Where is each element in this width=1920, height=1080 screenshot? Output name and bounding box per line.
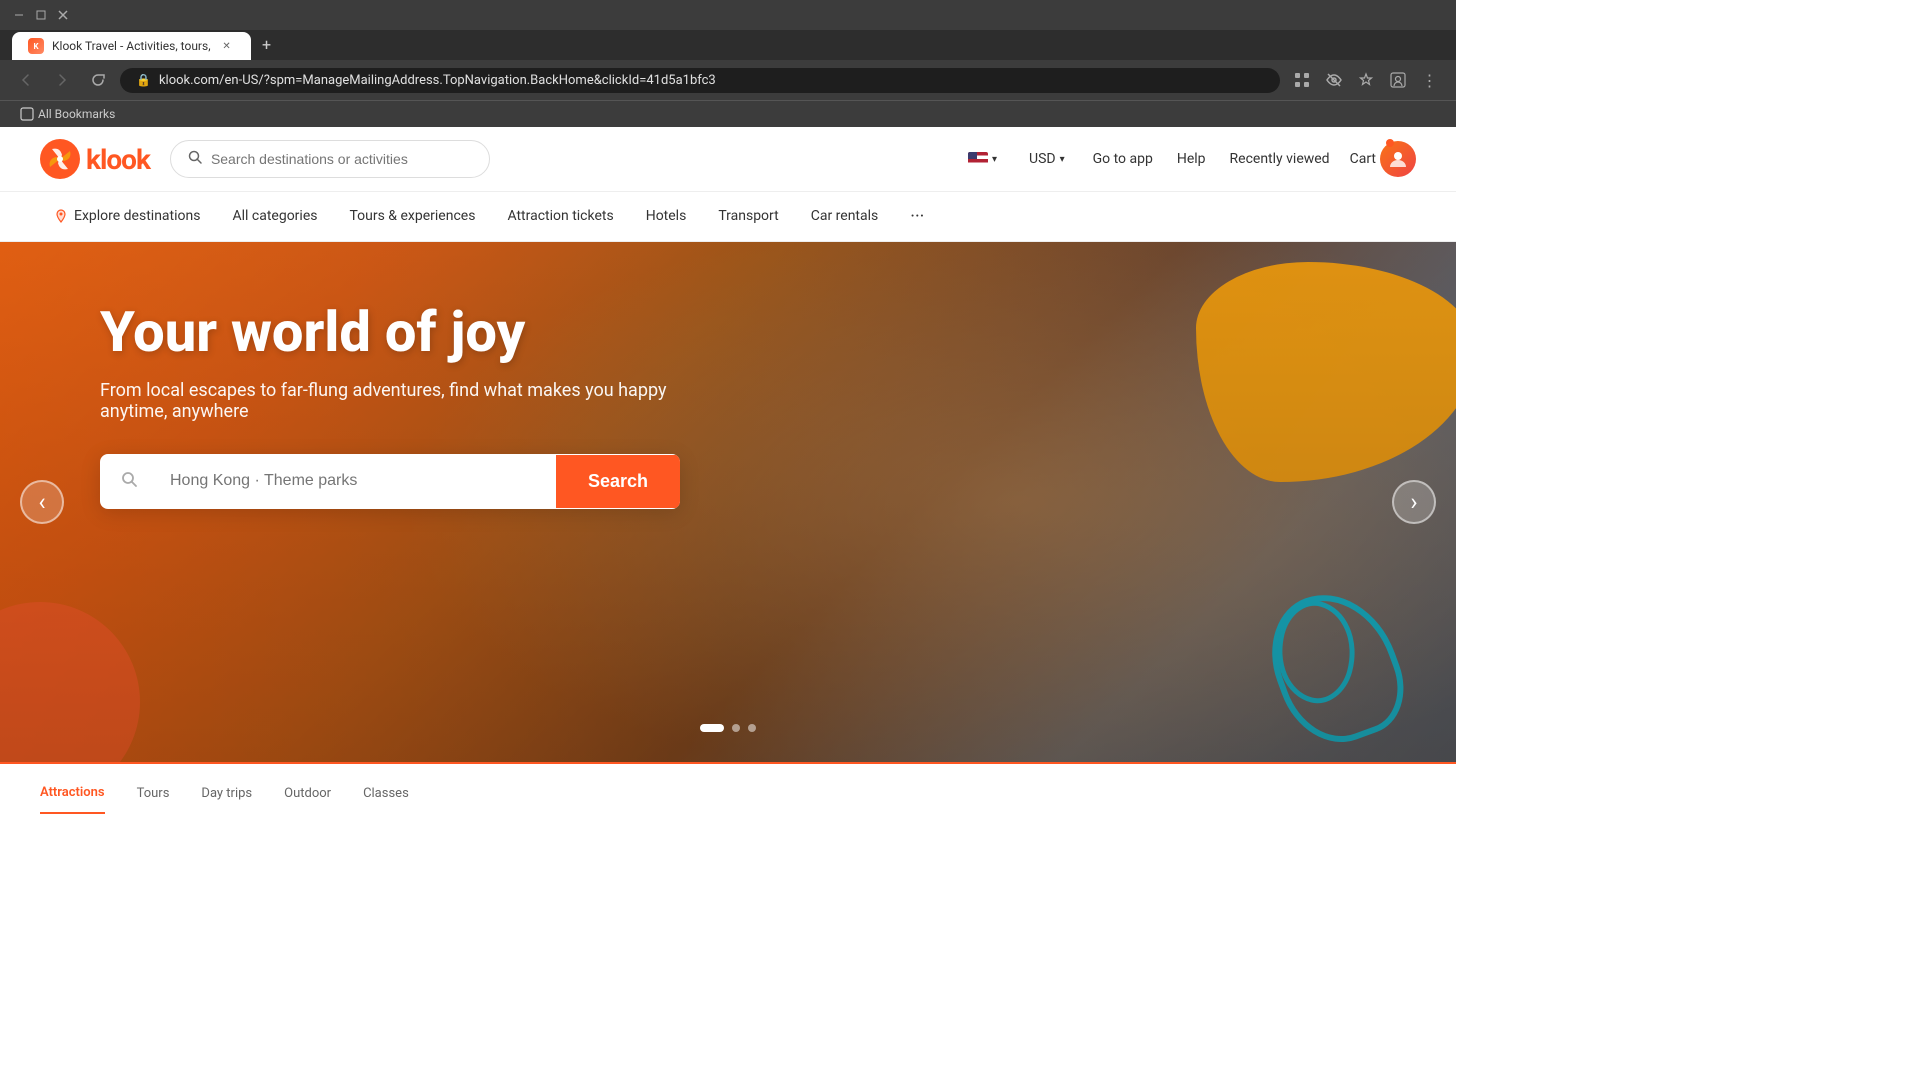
bottom-category-5[interactable]: Classes: [363, 774, 409, 813]
nav-item-attraction-label: Attraction tickets: [507, 208, 613, 224]
cart-button[interactable]: Cart: [1350, 141, 1416, 177]
tab-close-button[interactable]: ✕: [219, 38, 235, 54]
top-navigation: klook ▾ USD ▾ Go to app Help: [0, 127, 1456, 192]
hero-content: Your world of joy From local escapes to …: [0, 242, 1456, 569]
nav-more-button[interactable]: ···: [896, 192, 938, 241]
website: klook ▾ USD ▾ Go to app Help: [0, 127, 1456, 822]
tab-favicon: K: [28, 38, 44, 54]
nav-search-bar[interactable]: [170, 140, 490, 178]
nav-item-explore-destinations[interactable]: Explore destinations: [40, 194, 214, 240]
bookmarks-bar: All Bookmarks: [0, 100, 1456, 127]
hero-next-button[interactable]: ›: [1392, 480, 1436, 524]
currency-button[interactable]: USD ▾: [1021, 147, 1073, 171]
prev-arrow-icon: ‹: [38, 490, 45, 514]
nav-right: ▾ USD ▾ Go to app Help Recently viewed C…: [960, 141, 1416, 177]
active-tab[interactable]: K Klook Travel - Activities, tours, ✕: [12, 32, 251, 60]
nav-item-hotels[interactable]: Hotels: [632, 194, 701, 240]
maximize-button[interactable]: [34, 8, 48, 22]
forward-button[interactable]: [48, 66, 76, 94]
address-bar-actions: ⋮: [1288, 66, 1444, 94]
slide-dot-2[interactable]: [732, 724, 740, 732]
cart-notification-dot: [1386, 139, 1394, 147]
nav-item-all-categories-label: All categories: [232, 208, 317, 224]
next-arrow-icon: ›: [1410, 490, 1417, 514]
hero-search-input[interactable]: [150, 456, 556, 506]
slide-dot-3[interactable]: [748, 724, 756, 732]
nav-item-transport-label: Transport: [718, 208, 778, 224]
tab-title: Klook Travel - Activities, tours,: [52, 39, 211, 53]
bottom-category-3[interactable]: Day trips: [201, 774, 252, 813]
hero-search-button[interactable]: Search: [556, 455, 680, 508]
nav-item-transport[interactable]: Transport: [704, 194, 792, 240]
bottom-category-1[interactable]: Attractions: [40, 773, 105, 814]
apps-button[interactable]: [1288, 66, 1316, 94]
bookmark-star-button[interactable]: [1352, 66, 1380, 94]
all-bookmarks-label: All Bookmarks: [38, 107, 115, 121]
nav-search-input[interactable]: [211, 151, 473, 167]
url-text: klook.com/en-US/?spm=ManageMailingAddres…: [159, 73, 1264, 88]
nav-item-attraction-tickets[interactable]: Attraction tickets: [493, 194, 627, 240]
hero-section: ‹ › Your world of joy From local escapes…: [0, 242, 1456, 762]
reload-button[interactable]: [84, 66, 112, 94]
bottom-category-2[interactable]: Tours: [137, 774, 170, 813]
currency-chevron-icon: ▾: [1060, 154, 1065, 165]
all-bookmarks-button[interactable]: All Bookmarks: [12, 105, 123, 123]
klook-logo-icon: [40, 139, 80, 179]
chevron-down-icon: ▾: [992, 154, 997, 165]
extensions-button[interactable]: [1320, 66, 1348, 94]
lock-icon: 🔒: [136, 73, 151, 87]
profile-button[interactable]: [1384, 66, 1412, 94]
tab-bar: K Klook Travel - Activities, tours, ✕ +: [0, 30, 1456, 60]
bottom-category-4[interactable]: Outdoor: [284, 774, 331, 813]
us-flag-icon: [968, 152, 988, 166]
nav-item-tours-label: Tours & experiences: [349, 208, 475, 224]
nav-item-explore-destinations-label: Explore destinations: [74, 208, 200, 224]
nav-item-hotels-label: Hotels: [646, 208, 687, 224]
nav-item-car-rentals-label: Car rentals: [811, 208, 879, 224]
bottom-section: Attractions Tours Day trips Outdoor Clas…: [0, 762, 1456, 822]
hero-title: Your world of joy: [100, 302, 1356, 364]
secondary-navigation: Explore destinations All categories Tour…: [0, 192, 1456, 242]
klook-logo[interactable]: klook: [40, 139, 150, 179]
location-pin-icon: [54, 209, 68, 223]
back-button[interactable]: [12, 66, 40, 94]
address-bar[interactable]: 🔒 klook.com/en-US/?spm=ManageMailingAddr…: [120, 68, 1280, 93]
nav-item-car-rentals[interactable]: Car rentals: [797, 194, 893, 240]
help-link[interactable]: Help: [1173, 147, 1210, 171]
hero-search-icon: [100, 454, 150, 509]
nav-search-icon: [187, 149, 203, 169]
address-bar-row: 🔒 klook.com/en-US/?spm=ManageMailingAddr…: [0, 60, 1456, 100]
recently-viewed-link[interactable]: Recently viewed: [1226, 147, 1334, 171]
new-tab-button[interactable]: +: [253, 30, 281, 58]
more-options-button[interactable]: ⋮: [1416, 66, 1444, 94]
minimize-button[interactable]: [12, 8, 26, 22]
hero-subtitle: From local escapes to far-flung adventur…: [100, 380, 700, 422]
currency-label: USD: [1029, 151, 1056, 167]
close-button[interactable]: [56, 8, 70, 22]
slide-dot-1[interactable]: [700, 724, 724, 732]
language-button[interactable]: ▾: [960, 148, 1005, 170]
hero-slide-dots: [700, 724, 756, 732]
nav-item-tours-experiences[interactable]: Tours & experiences: [335, 194, 489, 240]
cart-label: Cart: [1350, 151, 1376, 167]
window-controls: [12, 8, 70, 22]
nav-item-all-categories[interactable]: All categories: [218, 194, 331, 240]
go-to-app-link[interactable]: Go to app: [1089, 147, 1157, 171]
logo-text-label: klook: [86, 143, 150, 176]
user-avatar[interactable]: [1380, 141, 1416, 177]
browser-chrome: K Klook Travel - Activities, tours, ✕ + …: [0, 0, 1456, 127]
hero-prev-button[interactable]: ‹: [20, 480, 64, 524]
nav-more-icon: ···: [910, 206, 924, 227]
hero-search-bar[interactable]: Search: [100, 454, 680, 509]
titlebar: [0, 0, 1456, 30]
